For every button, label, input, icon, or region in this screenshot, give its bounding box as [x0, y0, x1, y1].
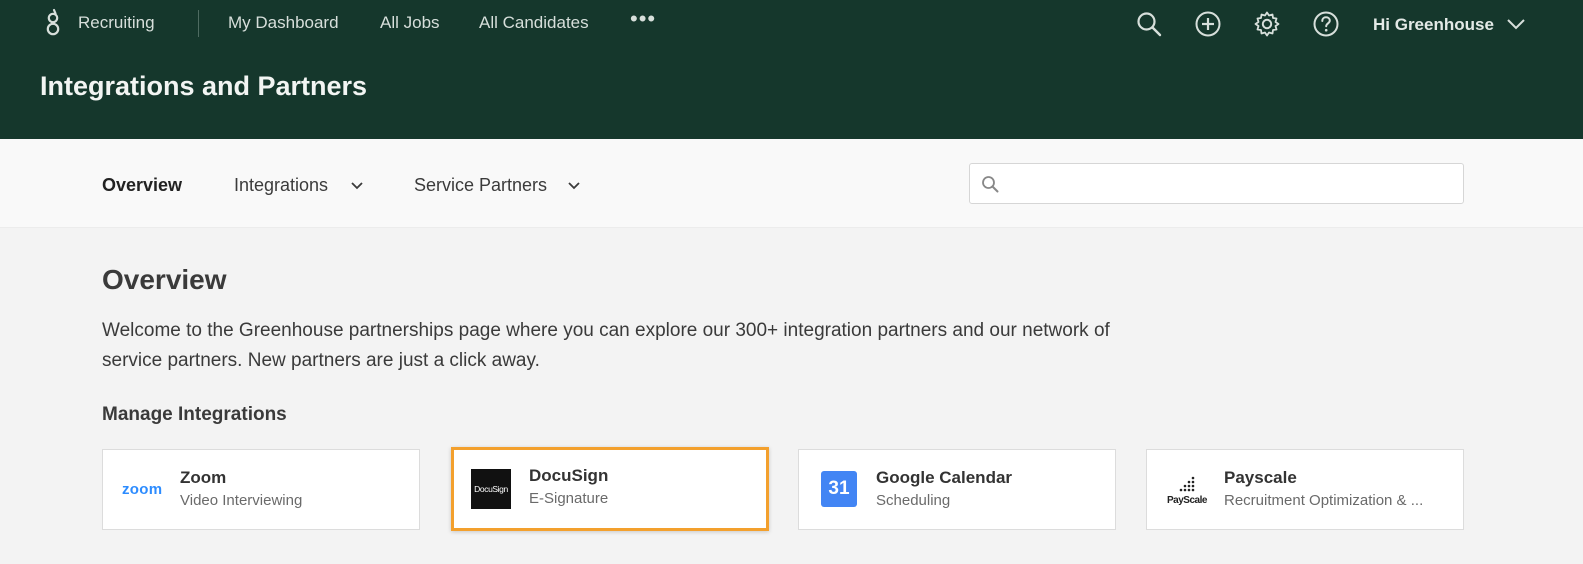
- integration-card-payscale[interactable]: PayScale Payscale Recruitment Optimizati…: [1146, 449, 1464, 530]
- nav-my-dashboard[interactable]: My Dashboard: [228, 13, 339, 33]
- search-icon[interactable]: [1135, 10, 1163, 38]
- zoom-logo: zoom: [122, 481, 163, 498]
- chevron-down-icon[interactable]: [567, 181, 581, 191]
- app-name[interactable]: Recruiting: [78, 13, 155, 33]
- manage-integrations-heading: Manage Integrations: [102, 404, 287, 425]
- card-name: Zoom: [180, 468, 227, 487]
- payscale-logo-text: PayScale: [1167, 495, 1207, 506]
- more-menu-icon[interactable]: •••: [630, 6, 656, 32]
- calendar-date: 31: [828, 478, 850, 499]
- add-icon[interactable]: [1194, 10, 1222, 38]
- partner-search[interactable]: [969, 163, 1464, 204]
- nav-all-candidates[interactable]: All Candidates: [479, 13, 589, 33]
- greenhouse-logo-icon[interactable]: [42, 8, 64, 38]
- card-name: DocuSign: [529, 466, 609, 485]
- nav-all-jobs[interactable]: All Jobs: [380, 13, 440, 33]
- top-header: Recruiting My Dashboard All Jobs All Can…: [0, 0, 1583, 139]
- sub-nav: Overview Integrations Service Partners: [0, 139, 1583, 228]
- payscale-bars-icon: [1179, 476, 1195, 492]
- calendar-icon: 31: [821, 471, 857, 507]
- card-category: Recruitment Optimization & ...: [1224, 492, 1424, 509]
- page-title: Integrations and Partners: [40, 71, 368, 101]
- card-category: Video Interviewing: [180, 492, 303, 509]
- integration-card-zoom[interactable]: zoom Zoom Video Interviewing: [102, 449, 420, 530]
- card-category: E-Signature: [529, 490, 609, 507]
- integration-card-docusign[interactable]: DocuSign DocuSign E-Signature: [451, 447, 769, 531]
- card-category: Scheduling: [876, 492, 951, 509]
- help-icon[interactable]: [1312, 10, 1340, 38]
- integration-card-google-calendar[interactable]: 31 Google Calendar Scheduling: [798, 449, 1116, 530]
- card-name: Google Calendar: [876, 468, 1013, 487]
- docusign-logo-text: DocuSign: [474, 484, 508, 494]
- user-menu[interactable]: Hi Greenhouse: [1373, 15, 1494, 35]
- card-name: Payscale: [1224, 468, 1297, 487]
- chevron-down-icon[interactable]: [1506, 17, 1526, 31]
- intro-text: Welcome to the Greenhouse partnerships p…: [102, 320, 1110, 371]
- nav-divider: [198, 10, 199, 37]
- gear-icon[interactable]: [1253, 10, 1281, 38]
- docusign-logo: DocuSign: [471, 469, 511, 509]
- tab-overview[interactable]: Overview: [102, 175, 182, 196]
- chevron-down-icon[interactable]: [350, 181, 364, 191]
- global-nav: Recruiting My Dashboard All Jobs All Can…: [0, 0, 1583, 48]
- section-heading: Overview: [102, 264, 227, 295]
- search-input[interactable]: [1008, 164, 1458, 203]
- search-icon: [982, 176, 999, 193]
- tab-service-partners[interactable]: Service Partners: [414, 175, 547, 196]
- tab-integrations[interactable]: Integrations: [234, 175, 328, 196]
